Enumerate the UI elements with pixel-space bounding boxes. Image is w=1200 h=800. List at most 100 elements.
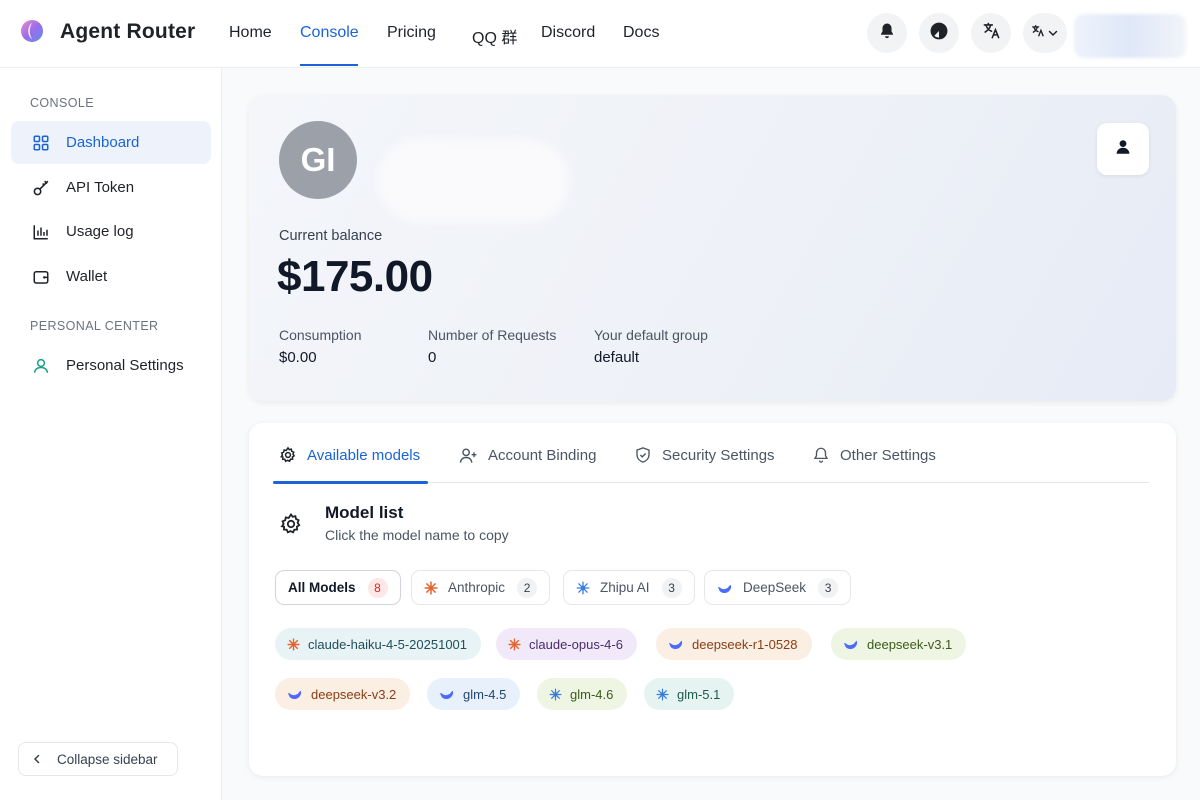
- sidebar-section-personal: PERSONAL CENTER: [30, 319, 159, 333]
- nav-home[interactable]: Home: [229, 24, 272, 42]
- filter-anthropic[interactable]: Anthropic 2: [411, 570, 551, 605]
- grid-icon: [30, 132, 52, 154]
- tab-security-settings[interactable]: Security Settings: [634, 445, 775, 465]
- model-chip-deepseek-v3-2[interactable]: deepseek-v3.2: [275, 678, 411, 710]
- anthropic-icon: [424, 580, 438, 595]
- default-group-label: Your default group: [594, 327, 708, 343]
- model-name: deepseek-r1-0528: [692, 636, 798, 652]
- bar-chart-icon: [30, 221, 52, 243]
- sidebar-section-console: CONSOLE: [30, 96, 94, 110]
- filter-count: 3: [818, 577, 839, 598]
- model-chip-deepseek-r1[interactable]: deepseek-r1-0528: [656, 628, 812, 660]
- tab-available-models[interactable]: Available models: [279, 445, 420, 465]
- nav-discord[interactable]: Discord: [541, 24, 595, 42]
- sidebar-item-usage-log[interactable]: Usage log: [11, 210, 211, 253]
- notifications-button[interactable]: [867, 13, 907, 53]
- gear-icon: [279, 512, 303, 536]
- model-chip-glm-5-1[interactable]: glm-5.1: [644, 678, 735, 710]
- tab-active-underline: [273, 481, 428, 484]
- shield-icon: [634, 446, 652, 464]
- sidebar-item-dashboard[interactable]: Dashboard: [11, 121, 211, 164]
- moon-icon: [929, 21, 949, 46]
- tab-label: Other Settings: [840, 446, 936, 464]
- deepseek-icon: [287, 687, 303, 701]
- nav-pricing[interactable]: Pricing: [387, 24, 436, 42]
- filter-label: Anthropic: [448, 580, 506, 595]
- user-plus-icon: [459, 446, 478, 465]
- model-name: deepseek-v3.1: [867, 636, 953, 652]
- sidebar-item-personal-settings[interactable]: Personal Settings: [11, 344, 211, 387]
- model-chip-claude-haiku[interactable]: claude-haiku-4-5-20251001: [275, 628, 482, 660]
- anthropic-icon: [508, 637, 521, 651]
- tab-other-settings[interactable]: Other Settings: [812, 445, 936, 465]
- user-menu-button[interactable]: [1074, 14, 1186, 58]
- model-name: deepseek-v3.2: [311, 686, 397, 702]
- tab-label: Account Binding: [488, 446, 597, 464]
- model-name: glm-4.5: [463, 686, 507, 702]
- app-name[interactable]: Agent Router: [60, 20, 195, 44]
- filter-zhipu-ai[interactable]: Zhipu AI 3: [563, 570, 695, 605]
- bell-icon: [878, 22, 896, 45]
- translate-button[interactable]: [971, 13, 1011, 53]
- model-chip-claude-opus[interactable]: claude-opus-4-6: [496, 628, 637, 660]
- sidebar-item-label: Dashboard: [66, 134, 140, 151]
- theme-toggle-button[interactable]: [919, 13, 959, 53]
- model-name: claude-opus-4-6: [529, 636, 623, 652]
- filter-all-models[interactable]: All Models 8: [275, 570, 401, 605]
- deepseek-icon: [668, 637, 684, 651]
- top-navbar: Agent Router Home Console Pricing QQ 群 D…: [0, 0, 1200, 68]
- translate-icon: [982, 21, 1001, 45]
- model-name: glm-4.6: [570, 686, 614, 702]
- bell-icon: [812, 446, 830, 464]
- nav-qq-group[interactable]: QQ 群: [472, 24, 517, 48]
- sidebar: CONSOLE Dashboard API Token Usage log Wa…: [0, 68, 222, 800]
- filter-count: 3: [661, 577, 682, 598]
- anthropic-icon: [287, 637, 300, 651]
- model-chip-glm-4-5[interactable]: glm-4.5: [427, 678, 521, 710]
- wallet-icon: [30, 266, 52, 288]
- agent-router-logo[interactable]: [20, 19, 44, 43]
- sidebar-item-label: API Token: [66, 179, 135, 196]
- profile-card: GI Current balance $175.00 Consumption $…: [249, 95, 1176, 401]
- sidebar-item-api-token[interactable]: API Token: [11, 166, 211, 209]
- nav-console[interactable]: Console: [300, 24, 359, 42]
- sidebar-item-label: Usage log: [66, 223, 134, 240]
- user-icon: [30, 355, 52, 377]
- translate-icon: [1031, 24, 1045, 43]
- filter-label: All Models: [288, 580, 356, 595]
- zhipu-icon: [549, 687, 562, 701]
- nav-active-underline: [300, 64, 358, 66]
- collapse-sidebar-button[interactable]: Collapse sidebar: [18, 742, 178, 776]
- sidebar-item-label: Personal Settings: [66, 357, 184, 374]
- avatar: GI: [279, 121, 357, 199]
- filter-deepseek[interactable]: DeepSeek 3: [704, 570, 852, 605]
- username-redacted: [379, 140, 569, 222]
- consumption-label: Consumption: [279, 327, 362, 343]
- requests-label: Number of Requests: [428, 327, 557, 343]
- deepseek-icon: [717, 581, 733, 595]
- deepseek-icon: [439, 687, 455, 701]
- filter-count: 8: [367, 577, 388, 598]
- model-chip-deepseek-v3-1[interactable]: deepseek-v3.1: [831, 628, 967, 660]
- profile-button[interactable]: [1097, 123, 1149, 175]
- tab-label: Available models: [307, 446, 421, 464]
- sidebar-item-label: Wallet: [66, 268, 108, 285]
- default-group-value: default: [594, 349, 640, 366]
- language-dropdown[interactable]: [1023, 13, 1067, 53]
- model-list-subtitle: Click the model name to copy: [325, 527, 509, 543]
- tab-account-binding[interactable]: Account Binding: [459, 445, 596, 465]
- zhipu-icon: [576, 581, 590, 595]
- settings-panel: Available models Account Binding Securit…: [249, 423, 1176, 776]
- collapse-sidebar-label: Collapse sidebar: [57, 751, 158, 767]
- nav-docs[interactable]: Docs: [623, 24, 659, 42]
- consumption-value: $0.00: [279, 349, 317, 366]
- model-chip-glm-4-6[interactable]: glm-4.6: [537, 678, 628, 710]
- user-icon: [1114, 138, 1132, 161]
- chevron-down-icon: [1047, 27, 1059, 39]
- requests-value: 0: [428, 349, 437, 366]
- balance-value: $175.00: [277, 252, 433, 301]
- balance-label: Current balance: [279, 228, 383, 244]
- filter-count: 2: [517, 577, 538, 598]
- filter-label: Zhipu AI: [600, 580, 650, 595]
- sidebar-item-wallet[interactable]: Wallet: [11, 255, 211, 298]
